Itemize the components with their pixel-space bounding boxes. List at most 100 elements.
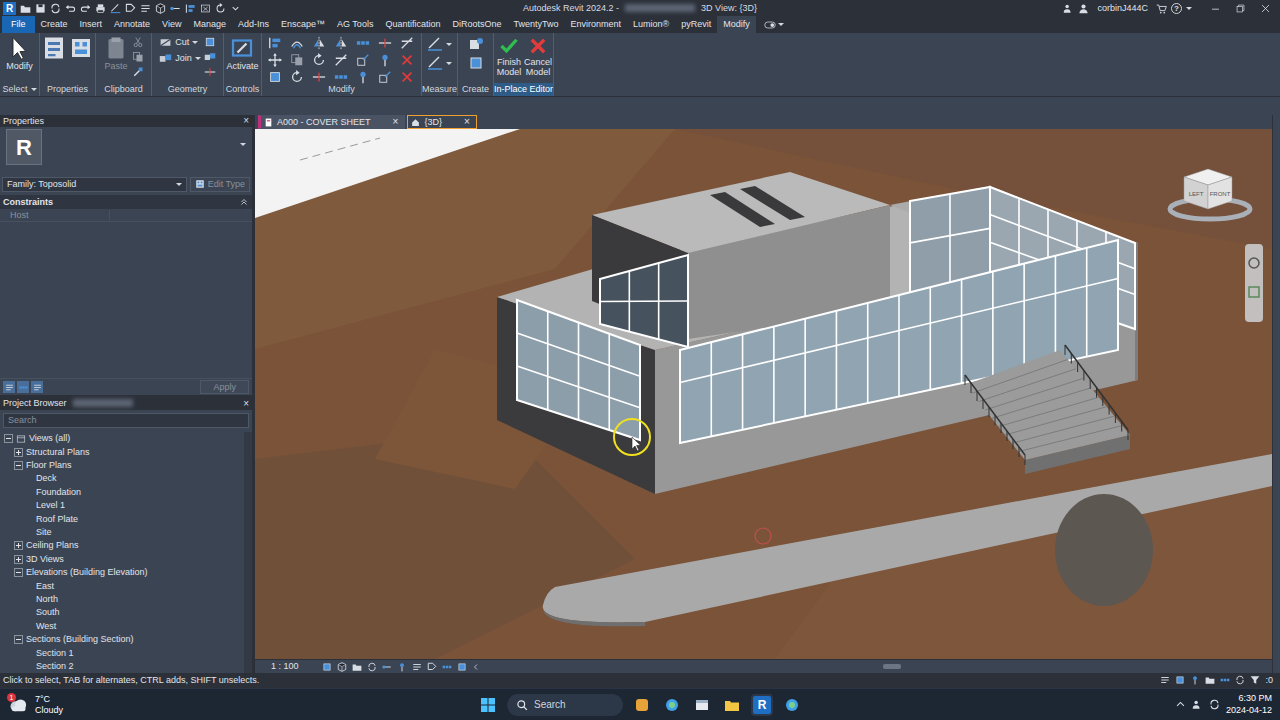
view-control[interactable]: [427, 662, 437, 672]
view-scrollbar[interactable]: [1272, 115, 1280, 673]
browser-item[interactable]: Roof Plate: [0, 512, 244, 525]
view-tab[interactable]: {3D}×: [407, 115, 476, 129]
trim-tool[interactable]: [400, 36, 416, 50]
copy-tool[interactable]: [290, 53, 306, 67]
pin-tool[interactable]: [378, 53, 394, 67]
browser-item[interactable]: Sections (Building Section): [0, 633, 244, 646]
cut-button[interactable]: Cut: [159, 36, 201, 49]
browser-item[interactable]: Deck: [0, 472, 244, 485]
close-button[interactable]: ×: [243, 399, 249, 409]
ribbon-toggle[interactable]: [756, 16, 792, 33]
close-button[interactable]: [1260, 3, 1271, 14]
quick-access-button[interactable]: [140, 3, 151, 14]
align-tool[interactable]: [268, 36, 284, 50]
sort-button[interactable]: [3, 381, 15, 393]
browser-item[interactable]: Section 1: [0, 646, 244, 659]
ribbon-tab-label[interactable]: AG Tools: [337, 19, 373, 30]
cancel-model-button[interactable]: Cancel Model: [525, 36, 551, 78]
ribbon-tab[interactable]: Add-Ins: [232, 16, 275, 33]
filter-count[interactable]: :0: [1265, 675, 1273, 686]
dropdown-caret[interactable]: [778, 23, 784, 26]
user-name[interactable]: corbinJ444C: [1093, 3, 1152, 14]
selection-option[interactable]: [1160, 675, 1170, 685]
box-tool[interactable]: [468, 55, 484, 71]
ribbon-tab-label[interactable]: Enscape™: [281, 19, 325, 30]
browser-item[interactable]: Foundation: [0, 486, 244, 499]
quick-access-button[interactable]: [20, 3, 31, 14]
ribbon-tab[interactable]: Environment: [565, 16, 628, 33]
quick-access-button[interactable]: [170, 3, 181, 14]
clock[interactable]: 6:30 PM2024-04-12: [1226, 693, 1272, 716]
type-selector[interactable]: R: [0, 127, 252, 175]
view-control[interactable]: [382, 662, 392, 672]
quick-access-button[interactable]: [35, 3, 46, 14]
ribbon-tab[interactable]: pyRevit: [675, 16, 717, 33]
del-tool[interactable]: [400, 70, 416, 84]
expand-toggle[interactable]: [14, 448, 23, 457]
dropdown-caret[interactable]: [1186, 7, 1192, 10]
scissors-tool[interactable]: [132, 36, 144, 48]
browser-item[interactable]: Section 2: [0, 660, 244, 673]
activate-button[interactable]: Activate: [226, 36, 258, 72]
quick-access-button[interactable]: [80, 3, 91, 14]
stairs[interactable]: [965, 345, 1130, 474]
view-control[interactable]: [397, 662, 407, 672]
taskbar-search[interactable]: Search: [507, 694, 623, 716]
selection-option[interactable]: [1220, 675, 1230, 685]
tree-scrollbar[interactable]: [244, 432, 252, 673]
quick-access-button[interactable]: [50, 3, 61, 14]
tray-icon[interactable]: [1192, 699, 1203, 710]
edit-type-button[interactable]: Edit Type: [190, 177, 250, 192]
expand-toggle[interactable]: [14, 555, 23, 564]
pin-tool[interactable]: [356, 70, 372, 84]
join-tool[interactable]: [204, 51, 216, 63]
explorer-app[interactable]: [721, 694, 743, 716]
sort-button[interactable]: [31, 381, 43, 393]
mirror-tool[interactable]: [334, 36, 350, 50]
array-tool[interactable]: [356, 36, 372, 50]
revit-app[interactable]: R: [751, 694, 773, 716]
family-filter[interactable]: Family: Toposolid: [2, 177, 187, 192]
scale-tool[interactable]: [356, 53, 372, 67]
expand-toggle[interactable]: [14, 568, 23, 577]
rotate-tool[interactable]: [290, 70, 306, 84]
ribbon-tab[interactable]: Create: [35, 16, 74, 33]
ribbon-tab-label[interactable]: Quantification: [385, 19, 440, 30]
selection-option[interactable]: [1175, 675, 1185, 685]
quick-access-button[interactable]: [215, 3, 226, 14]
view-control[interactable]: [337, 662, 347, 672]
array-tool[interactable]: [334, 70, 350, 84]
copy-tool[interactable]: [132, 51, 144, 63]
window-app[interactable]: [691, 694, 713, 716]
quick-access-button[interactable]: [185, 3, 196, 14]
expand-toggle[interactable]: [4, 434, 13, 443]
quick-access-button[interactable]: [110, 3, 121, 14]
chrome-app[interactable]: [781, 694, 803, 716]
ribbon-tab-label[interactable]: pyRevit: [681, 19, 711, 30]
navigation-bar[interactable]: [1245, 244, 1263, 322]
browser-item[interactable]: Ceiling Plans: [0, 539, 244, 552]
view-scale[interactable]: 1 : 100: [271, 661, 317, 672]
measure-tool[interactable]: [427, 36, 452, 52]
modify-button[interactable]: Modify: [6, 36, 33, 72]
ribbon-tab-label[interactable]: Manage: [193, 19, 226, 30]
properties-tool[interactable]: [42, 36, 66, 60]
browser-item[interactable]: 3D Views: [0, 553, 244, 566]
start-button[interactable]: [477, 694, 499, 716]
browser-item[interactable]: Views (all): [0, 432, 244, 445]
mirror-tool[interactable]: [312, 36, 328, 50]
brush-tool[interactable]: [132, 66, 144, 78]
browser-item[interactable]: Floor Plans: [0, 459, 244, 472]
view-control[interactable]: [352, 662, 362, 672]
ribbon-tab-label[interactable]: View: [162, 19, 181, 30]
browser-item[interactable]: South: [0, 606, 244, 619]
view-canvas[interactable]: LEFTFRONT: [255, 129, 1272, 659]
ribbon-tab-label[interactable]: Environment: [571, 19, 622, 30]
ribbon-tab-label[interactable]: Annotate: [114, 19, 150, 30]
weather-widget[interactable]: 17°CCloudy: [8, 694, 477, 715]
ribbon-tab[interactable]: DiRootsOne: [446, 16, 507, 33]
quick-access-button[interactable]: [65, 3, 76, 14]
box-tool[interactable]: [268, 70, 284, 84]
ribbon-tab[interactable]: Quantification: [379, 16, 446, 33]
restore-button[interactable]: [1235, 3, 1246, 14]
